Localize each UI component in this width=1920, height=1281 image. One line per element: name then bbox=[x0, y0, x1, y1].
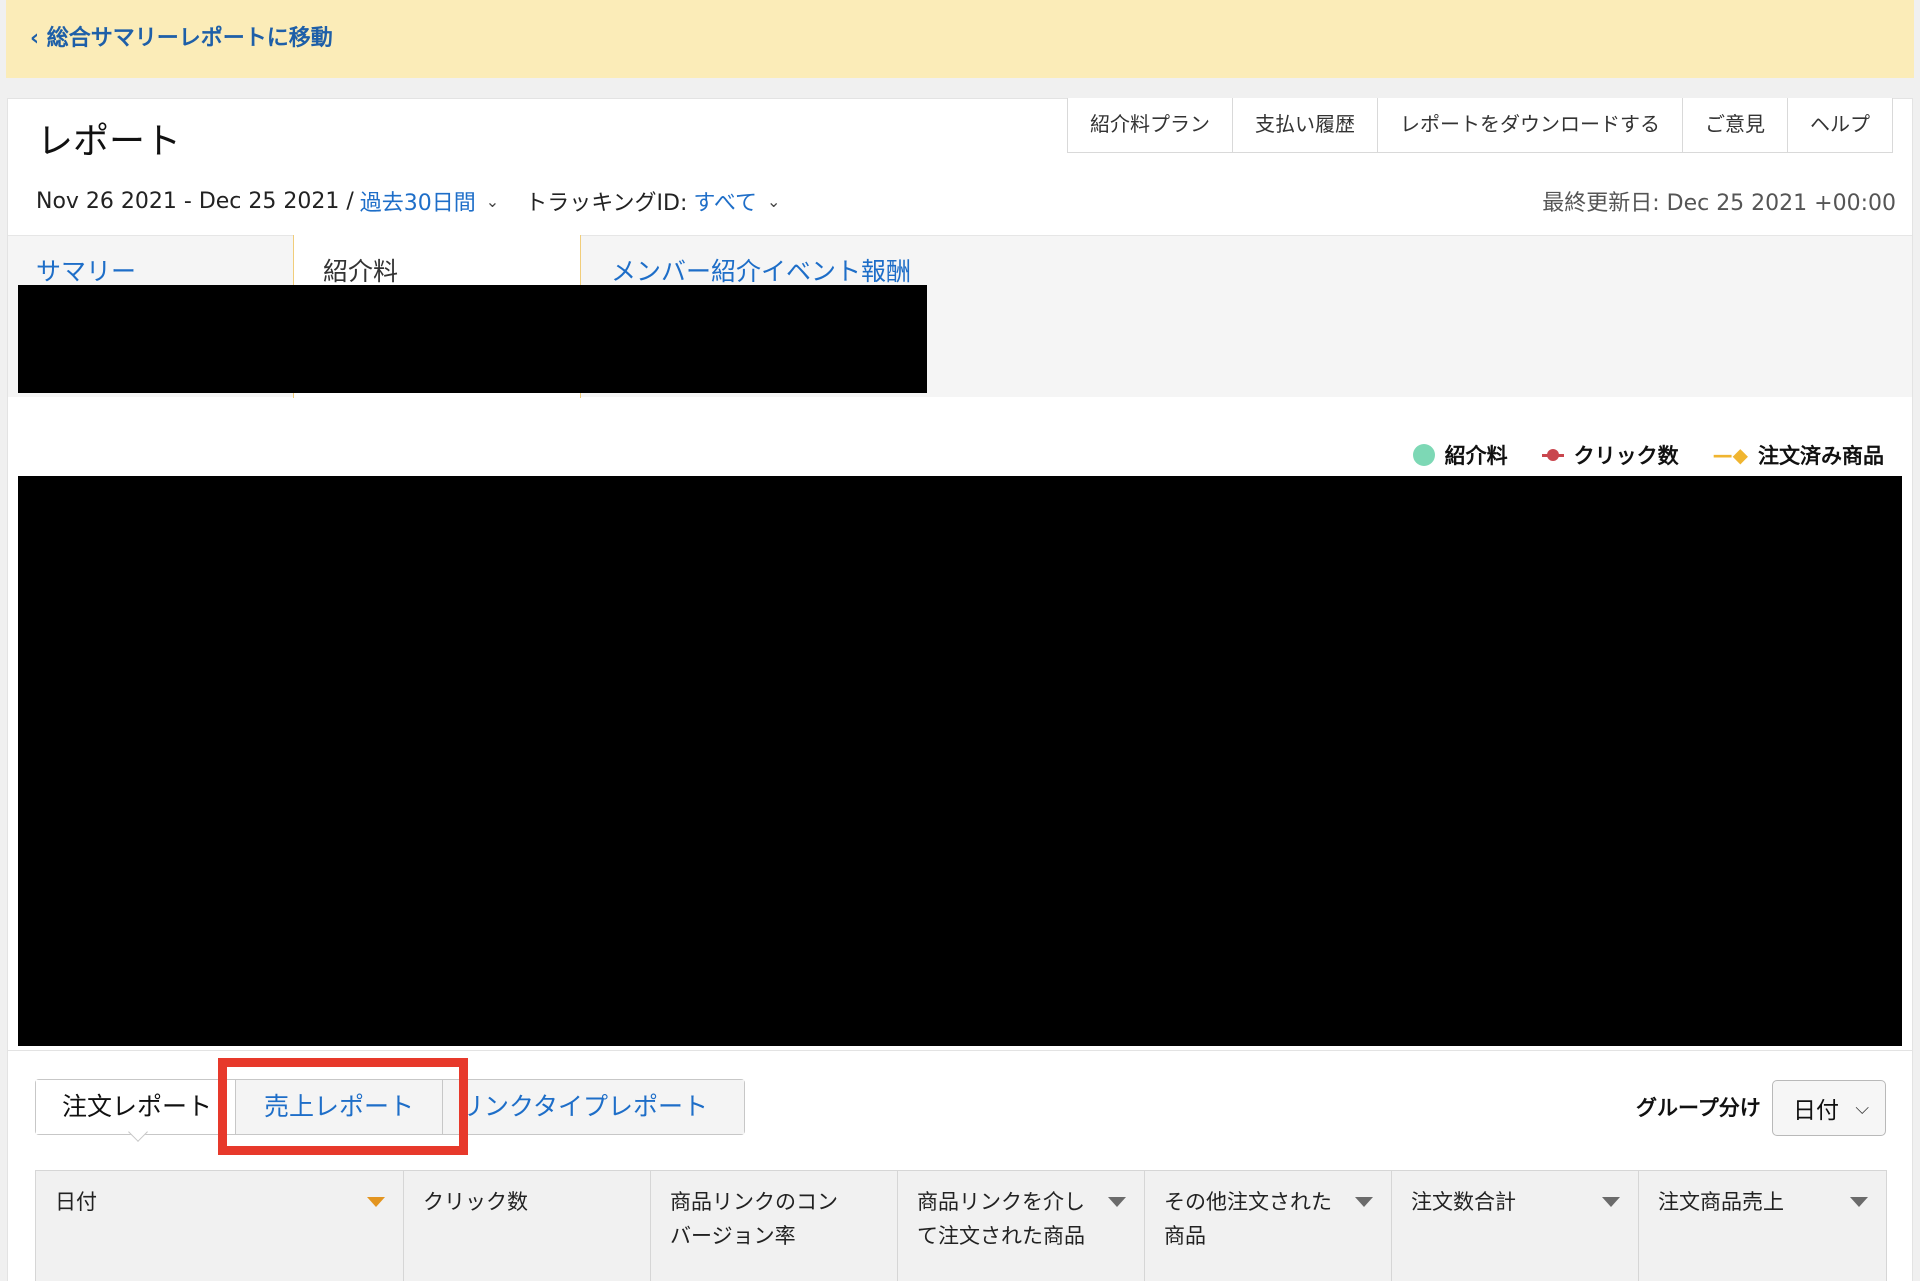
column-header-label: 商品リンクを介して注文された商品 bbox=[917, 1190, 1085, 1248]
group-by-value: 日付 bbox=[1793, 1098, 1839, 1124]
top-toolbar: 紹介料プラン 支払い履歴 レポートをダウンロードする ご意見 ヘルプ bbox=[1067, 98, 1893, 153]
sort-arrow-icon bbox=[1850, 1197, 1868, 1207]
sort-arrow-icon bbox=[367, 1197, 385, 1207]
column-header-linked-items[interactable]: 商品リンクを介して注文された商品 bbox=[898, 1171, 1145, 1281]
column-header-clicks[interactable]: クリック数 bbox=[404, 1171, 651, 1281]
toolbar-payment-history[interactable]: 支払い履歴 bbox=[1233, 98, 1378, 152]
column-header-conversion-rate[interactable]: 商品リンクのコンバージョン率 bbox=[651, 1171, 898, 1281]
legend-clicks[interactable]: クリック数 bbox=[1541, 440, 1679, 470]
date-range: Nov 26 2021 - Dec 25 2021 / bbox=[36, 188, 354, 214]
highlight-annotation bbox=[218, 1058, 468, 1155]
redacted-chart bbox=[18, 476, 1902, 1046]
line-marker-icon bbox=[1541, 448, 1564, 461]
redacted-block bbox=[18, 285, 927, 393]
toolbar-help[interactable]: ヘルプ bbox=[1788, 98, 1892, 152]
chevron-down-icon: ⌵ bbox=[1855, 1097, 1869, 1119]
circle-icon bbox=[1412, 444, 1435, 466]
column-header-label: 注文数合計 bbox=[1411, 1190, 1516, 1214]
toolbar-commission-plan[interactable]: 紹介料プラン bbox=[1068, 98, 1233, 152]
tracking-id-label: トラッキングID: bbox=[525, 191, 688, 216]
chevron-down-icon[interactable]: ⌄ bbox=[486, 192, 499, 211]
legend-ordered-items[interactable]: —◆ 注文済み商品 bbox=[1713, 440, 1884, 470]
table-header-row: 日付 クリック数 商品リンクのコンバージョン率 商品リンクを介して注文された商品… bbox=[35, 1170, 1887, 1281]
chevron-down-icon[interactable]: ⌄ bbox=[767, 192, 780, 211]
period-selector[interactable]: 過去30日間 bbox=[360, 185, 476, 217]
column-header-label: クリック数 bbox=[423, 1190, 528, 1214]
column-header-label: その他注文された商品 bbox=[1164, 1190, 1332, 1248]
group-by-label: グループ分け bbox=[1636, 1096, 1761, 1120]
column-header-label: 日付 bbox=[55, 1190, 97, 1214]
column-header-label: 注文商品売上 bbox=[1658, 1190, 1784, 1214]
back-to-summary-link[interactable]: ‹ 総合サマリーレポートに移動 bbox=[30, 20, 333, 52]
chart-legend: 紹介料 クリック数 —◆ 注文済み商品 bbox=[1412, 440, 1884, 470]
column-header-total-orders[interactable]: 注文数合計 bbox=[1392, 1171, 1639, 1281]
sort-arrow-icon bbox=[1602, 1197, 1620, 1207]
date-filter-row: Nov 26 2021 - Dec 25 2021 / 過去30日間 ⌄ トラッ… bbox=[36, 185, 780, 217]
link-type-report-tab[interactable]: リンクタイプレポート bbox=[443, 1080, 744, 1134]
toolbar-feedback[interactable]: ご意見 bbox=[1683, 98, 1788, 152]
toolbar-download-report[interactable]: レポートをダウンロードする bbox=[1378, 98, 1683, 152]
sort-arrow-icon bbox=[1355, 1197, 1373, 1207]
column-header-other-items[interactable]: その他注文された商品 bbox=[1145, 1171, 1392, 1281]
legend-commission[interactable]: 紹介料 bbox=[1412, 440, 1508, 470]
diamond-marker-icon: —◆ bbox=[1712, 443, 1748, 467]
group-by-select[interactable]: 日付 ⌵ bbox=[1772, 1080, 1886, 1136]
legend-commission-label: 紹介料 bbox=[1444, 444, 1508, 468]
sort-arrow-icon bbox=[1108, 1197, 1126, 1207]
page-title: レポート bbox=[37, 121, 182, 162]
tab-commission[interactable]: 紹介料 bbox=[323, 252, 398, 288]
column-header-order-revenue[interactable]: 注文商品売上 bbox=[1639, 1171, 1886, 1281]
tab-referral-rewards[interactable]: メンバー紹介イベント報酬 bbox=[611, 252, 911, 288]
tab-summary[interactable]: サマリー bbox=[36, 252, 136, 288]
legend-clicks-label: クリック数 bbox=[1573, 444, 1679, 468]
column-header-date[interactable]: 日付 bbox=[36, 1171, 404, 1281]
tracking-id-selector[interactable]: すべて bbox=[693, 185, 757, 217]
legend-ordered-label: 注文済み商品 bbox=[1758, 444, 1884, 468]
column-header-label: 商品リンクのコンバージョン率 bbox=[670, 1190, 838, 1248]
last-updated: 最終更新日: Dec 25 2021 +00:00 bbox=[1542, 191, 1896, 216]
